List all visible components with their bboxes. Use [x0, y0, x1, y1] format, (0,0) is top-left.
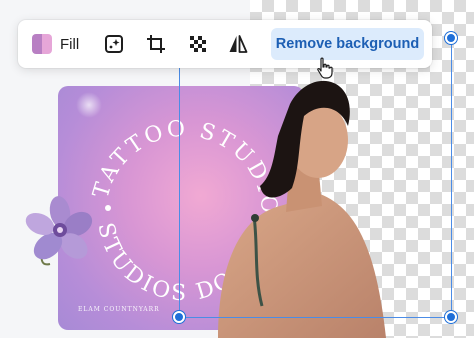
selection-left-edge — [179, 38, 180, 318]
flip-icon — [229, 35, 248, 53]
crop-button[interactable] — [144, 32, 168, 56]
transparency-button[interactable] — [186, 32, 210, 56]
transparency-icon — [190, 36, 206, 52]
flower-sticker[interactable] — [20, 190, 100, 270]
floating-toolbar: Fill Remove background — [18, 20, 432, 68]
fill-swatch — [32, 34, 52, 54]
card-footer-text: ELAM COUNTNYARR — [78, 306, 160, 313]
flower-icon — [25, 196, 93, 266]
resize-handle-bottom-left[interactable] — [173, 311, 185, 323]
ring-dot — [105, 205, 111, 211]
ai-edit-icon — [105, 35, 123, 53]
fill-label: Fill — [60, 35, 80, 53]
selection-bottom-edge — [179, 317, 451, 318]
resize-handle-top-right[interactable] — [445, 32, 457, 44]
fill-button[interactable]: Fill — [32, 32, 92, 56]
person-cutout[interactable] — [200, 66, 400, 338]
selection-right-edge — [451, 38, 452, 318]
editor-canvas[interactable]: TATTOO STUDIO STUDIOS DO ELAM COUNTNYARR — [0, 0, 474, 338]
ai-edit-button[interactable] — [102, 32, 126, 56]
resize-handle-bottom-right[interactable] — [445, 311, 457, 323]
crop-icon — [147, 35, 165, 53]
flip-button[interactable] — [226, 32, 250, 56]
remove-background-button[interactable]: Remove background — [271, 28, 424, 60]
person-figure — [218, 80, 386, 338]
hand-pointer-cursor-icon — [317, 57, 333, 79]
